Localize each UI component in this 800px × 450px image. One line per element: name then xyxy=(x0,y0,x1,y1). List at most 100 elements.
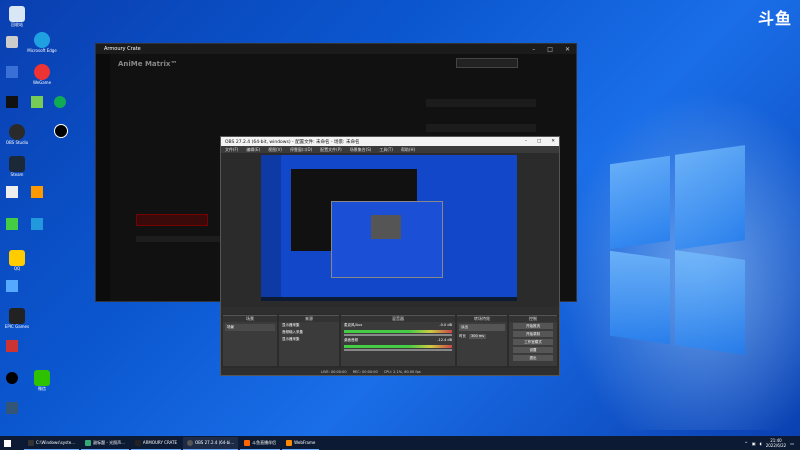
start-button[interactable] xyxy=(0,437,14,449)
menu-tools[interactable]: 工具(T) xyxy=(379,147,393,153)
duration-row: 时长 300 ms xyxy=(457,333,507,340)
armoury-titlebar[interactable]: Armoury Crate – □ ✕ xyxy=(96,44,576,54)
track-name: 桌面音频 xyxy=(344,338,358,342)
obs-menubar: 文件(F) 编辑(E) 视图(V) 停靠窗口(D) 配置文件(P) 场景集合(S… xyxy=(221,146,559,153)
app-icon[interactable] xyxy=(6,280,18,292)
obs-icon xyxy=(186,439,193,446)
menu-profile[interactable]: 配置文件(P) xyxy=(320,147,342,153)
desktop-icon[interactable]: Microsoft Edge xyxy=(27,32,57,53)
mixer-dock: 混音器 麦克风/Aux -0.0 dB 桌面音频 -12.4 dB xyxy=(341,315,455,366)
track-db: -12.4 dB xyxy=(437,338,452,342)
search-icon[interactable] xyxy=(14,437,24,449)
settings-button[interactable]: 设置 xyxy=(513,347,553,353)
studio-mode-button[interactable]: 工作室模式 xyxy=(513,339,553,345)
app-icon[interactable] xyxy=(6,372,18,384)
app-icon[interactable] xyxy=(6,186,18,198)
volume-slider[interactable] xyxy=(344,349,452,351)
app-icon[interactable] xyxy=(6,218,18,230)
app-icon[interactable] xyxy=(6,96,18,108)
douyu-watermark: 斗鱼 xyxy=(757,9,792,28)
menu-edit[interactable]: 编辑(E) xyxy=(246,147,260,153)
windows-logo-wallpaper xyxy=(590,145,750,360)
douyu-icon xyxy=(244,439,251,446)
maximize-icon[interactable]: □ xyxy=(547,46,553,53)
taskbar-item[interactable]: 斗鱼直播伴侣 xyxy=(240,437,281,450)
taskbar-item[interactable]: WebFrame xyxy=(282,437,320,450)
desktop-icon[interactable]: WeGame xyxy=(27,64,57,85)
app-icon[interactable] xyxy=(31,96,43,108)
app-icon[interactable] xyxy=(54,124,68,138)
desktop-icon[interactable]: 回收站 xyxy=(2,6,32,27)
desktop-icon[interactable]: EPIC Games xyxy=(2,308,32,329)
app-icon[interactable] xyxy=(54,96,66,108)
app-icon[interactable] xyxy=(6,36,18,48)
preview-nested-obs xyxy=(331,201,443,278)
scene-item[interactable]: 场景 xyxy=(225,324,275,331)
menu-docks[interactable]: 停靠窗口(D) xyxy=(290,147,312,153)
source-item[interactable]: 显示器采集 xyxy=(279,322,339,329)
sources-dock: 来源 显示器采集 音频输入采集 显示器采集 xyxy=(279,315,339,366)
clock[interactable]: 21:40 2022/6/22 xyxy=(766,438,787,448)
scenes-dock: 场景 场景 xyxy=(223,315,277,366)
settings-row[interactable] xyxy=(426,124,536,132)
app-icon[interactable] xyxy=(6,66,18,78)
obs-statusbar: LIVE: 00:00:00 REC: 00:00:00 CPU: 2.1%, … xyxy=(221,368,559,375)
volume-meter xyxy=(344,330,452,333)
menu-scene-collection[interactable]: 场景集合(S) xyxy=(350,147,372,153)
preview-taskbar xyxy=(261,297,517,301)
volume-icon[interactable]: ◖ xyxy=(760,441,762,446)
close-icon[interactable]: ✕ xyxy=(551,139,555,144)
system-tray: ^ ▣ ◖ 21:40 2022/6/22 ▭ xyxy=(744,438,800,448)
steam-icon xyxy=(9,156,25,172)
taskbar-item[interactable]: C:\Windows\syste... xyxy=(24,437,80,450)
app-icon[interactable] xyxy=(6,340,18,352)
transition-select[interactable]: 淡出 xyxy=(459,324,505,331)
obs-window[interactable]: OBS 27.2.4 (64-bit, windows) - 配置文件: 未命名… xyxy=(220,136,560,376)
live-status: LIVE: 00:00:00 xyxy=(321,369,347,374)
settings-row[interactable] xyxy=(426,99,536,107)
app-icon[interactable] xyxy=(31,186,43,198)
obs-icon xyxy=(9,124,25,140)
desktop-icon[interactable]: 微信 xyxy=(27,370,57,391)
source-item[interactable]: 显示器采集 xyxy=(279,336,339,343)
controls-dock: 控制 开始推流 开始录制 工作室模式 设置 退出 xyxy=(509,315,557,366)
desktop-icon[interactable]: QQ xyxy=(2,250,32,271)
minimize-icon[interactable]: – xyxy=(532,46,535,53)
minimize-icon[interactable]: – xyxy=(525,139,527,144)
menu-file[interactable]: 文件(F) xyxy=(225,147,238,153)
network-icon[interactable]: ▣ xyxy=(752,441,756,446)
track-name: 麦克风/Aux xyxy=(344,323,363,327)
mixer-track: 桌面音频 -12.4 dB xyxy=(341,337,455,344)
menu-view[interactable]: 视图(V) xyxy=(268,147,282,153)
start-streaming-button[interactable]: 开始推流 xyxy=(513,323,553,329)
start-recording-button[interactable]: 开始录制 xyxy=(513,331,553,337)
webframe-icon xyxy=(286,439,293,446)
obs-preview[interactable] xyxy=(261,155,517,301)
maximize-icon[interactable]: □ xyxy=(537,139,541,144)
taskbar-item[interactable]: ARMOURY CRATE xyxy=(130,437,181,450)
app-icon[interactable] xyxy=(6,402,18,414)
taskbar-item[interactable]: OBS 27.2.4 (64-bi... xyxy=(182,436,239,450)
animation-button[interactable] xyxy=(136,214,208,226)
obs-titlebar[interactable]: OBS 27.2.4 (64-bit, windows) - 配置文件: 未命名… xyxy=(221,137,559,146)
preview-toolbar xyxy=(221,307,559,314)
volume-slider[interactable] xyxy=(344,334,452,336)
recycle-bin-icon xyxy=(9,6,25,22)
desktop-icon[interactable]: Steam xyxy=(2,156,32,177)
profile-dropdown[interactable] xyxy=(456,58,518,68)
app-icon xyxy=(85,439,92,446)
taskbar-item[interactable]: 副标题 - 光照声... xyxy=(81,437,129,450)
notification-icon[interactable]: ▭ xyxy=(790,441,794,446)
source-item[interactable]: 音频输入采集 xyxy=(279,329,339,336)
chevron-up-icon[interactable]: ^ xyxy=(744,441,747,446)
close-icon[interactable]: ✕ xyxy=(565,46,570,53)
exit-button[interactable]: 退出 xyxy=(513,355,553,361)
desktop-icon[interactable]: OBS Studio xyxy=(2,124,32,145)
menu-help[interactable]: 帮助(H) xyxy=(401,147,415,153)
clock-date: 2022/6/22 xyxy=(765,443,787,448)
app-icon[interactable] xyxy=(31,218,43,230)
preview-nested-window xyxy=(371,215,401,239)
duration-input[interactable]: 300 ms xyxy=(469,334,487,339)
qq-icon xyxy=(9,250,25,266)
dock-title: 场景 xyxy=(223,316,277,322)
